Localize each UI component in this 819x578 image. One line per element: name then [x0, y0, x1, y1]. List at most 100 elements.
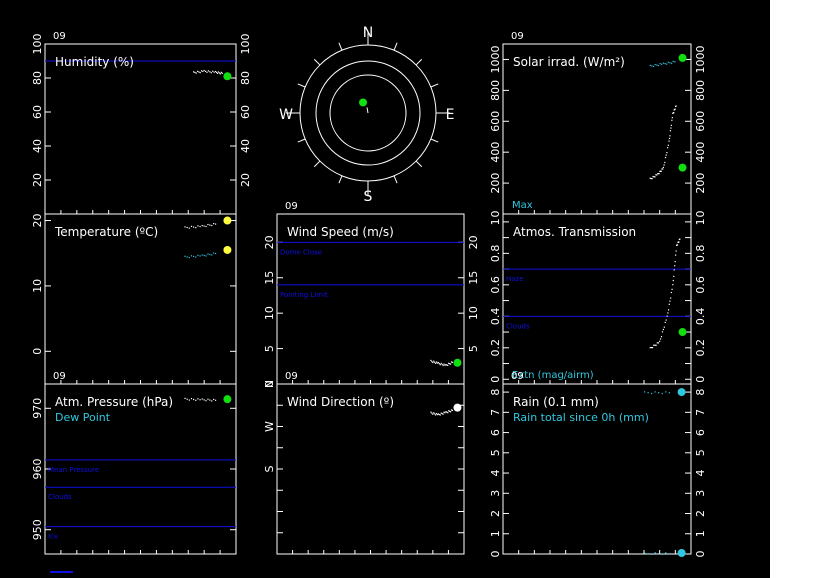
winddir-series-0-point — [430, 411, 432, 413]
pressure-series-0-point — [203, 399, 205, 401]
humidity-series-0-point — [209, 71, 211, 73]
temperature-series-0-point — [184, 226, 186, 228]
solar-series-0-point — [657, 64, 660, 67]
rain-ytick-label-right: 6 — [694, 429, 707, 436]
transmission-ytick-label-right: 0.6 — [694, 276, 707, 294]
windspeed-series-0-point — [435, 361, 438, 363]
rain-ytick-label-left: 2 — [489, 510, 502, 517]
humidity-series-0-point — [203, 69, 205, 72]
humidity-ytick-label-right: 80 — [239, 71, 252, 85]
solar-series-0-point — [667, 61, 669, 63]
transmission-series-0-point — [673, 269, 675, 271]
transmission-ytick-label-left: 0.6 — [489, 276, 502, 294]
rain-series-1-point — [658, 552, 660, 555]
solar-series-0-point — [652, 65, 655, 68]
transmission-series-0-point — [663, 326, 665, 328]
windspeed-series-0-point — [449, 363, 452, 365]
solar-series-0-point — [654, 63, 656, 66]
solar-series-0-point — [671, 62, 673, 64]
windspeed-ytick-label-right: 10 — [467, 306, 480, 320]
pressure-series-0-marker — [223, 395, 232, 404]
transmission-series-0-point — [665, 319, 667, 321]
transmission-series-0-point — [649, 346, 651, 349]
temperature-series-0-point — [195, 227, 197, 229]
winddir-series-0-point — [435, 412, 438, 415]
winddir-title: Wind Direction (º) — [287, 395, 394, 409]
windspeed-hline-label: Dome Close — [280, 248, 322, 256]
transmission-series-0-point — [674, 261, 676, 263]
compass-label-e: E — [446, 107, 455, 123]
windspeed-title: Wind Speed (m/s) — [287, 225, 394, 239]
solar-series-1-point — [664, 156, 667, 159]
rain-ytick-label-right: 1 — [694, 530, 707, 537]
winddir-series-0-point — [431, 412, 433, 414]
humidity-ytick-label-left: 100 — [31, 34, 44, 55]
pressure-ytick-label-left: 970 — [31, 398, 44, 419]
solar-series-1-point — [664, 161, 666, 164]
pressure-series-0-point — [199, 399, 201, 401]
windspeed-ytick-label-left: 5 — [263, 345, 276, 352]
solar-series-0-point — [669, 62, 671, 64]
pressure-series-0-point — [188, 399, 190, 401]
temperature-series-1-point — [193, 255, 195, 258]
transmission-series-0-point — [673, 275, 675, 277]
windspeed-xlabel: 09 — [285, 201, 298, 212]
weather-chart-canvas: 2040608010020406080100Humidity (%)090200… — [31, 25, 707, 573]
windspeed-series-0-point — [438, 363, 440, 365]
humidity-ytick-label-left: 20 — [31, 173, 44, 187]
transmission-ytick-label-left: 1 — [489, 218, 502, 225]
solar-series-1-point — [673, 112, 675, 114]
windspeed-hline-label: Pointing Limit — [280, 291, 328, 299]
solar-series-1-point — [668, 140, 670, 142]
transmission-series-0-point — [672, 279, 674, 282]
temperature-series-1-point — [190, 255, 193, 257]
solar-series-1-marker — [678, 163, 687, 172]
solar-series-0-point — [662, 62, 664, 64]
solar-series-1-point — [668, 137, 671, 140]
transmission-ytick-label-right: 0.2 — [694, 339, 707, 357]
solar-ytick-label-left: 600 — [489, 111, 502, 132]
winddir-xlabel: 09 — [285, 371, 298, 382]
winddir-series-0-point — [435, 414, 437, 416]
solar-series-1-point — [675, 105, 677, 107]
temperature-series-0-point — [209, 224, 211, 226]
solar-series-1-point — [665, 154, 667, 156]
pressure-series-0-point — [193, 398, 195, 401]
solar-series-1-point — [670, 127, 672, 129]
humidity-series-0-point — [206, 71, 208, 73]
temperature-series-1-marker — [223, 245, 232, 254]
humidity-frame — [44, 43, 237, 215]
windspeed-ytick-label-right: 20 — [467, 235, 480, 249]
windspeed-series-0-point — [451, 361, 454, 363]
transmission-title: Atmos. Transmission — [513, 225, 636, 239]
humidity-ytick-label-right: 40 — [239, 139, 252, 153]
transmission-series-0-point — [657, 342, 660, 344]
winddir-series-0-point — [442, 413, 444, 415]
temperature-frame — [44, 213, 237, 385]
humidity-ytick-label-left: 60 — [31, 105, 44, 119]
temperature-series-1-point — [195, 256, 197, 258]
pressure-series-0-point — [211, 400, 213, 402]
temperature-series-1-point — [197, 254, 199, 256]
temperature-series-0-point — [193, 226, 195, 228]
transmission-series-0-point — [661, 331, 664, 333]
temperature-series-0-point — [186, 226, 188, 229]
rain-series-0-point — [647, 392, 649, 394]
compass-tick — [430, 83, 439, 88]
pressure-series-0-point — [195, 399, 197, 401]
humidity-series-0-point — [194, 71, 196, 74]
humidity-series-0-point — [210, 72, 212, 74]
pressure-ytick-label-left: 950 — [31, 519, 44, 540]
transmission-series-0-point — [672, 284, 674, 286]
winddir-frame — [276, 383, 465, 555]
pressure-series-0-point — [197, 398, 199, 400]
winddir-ytick-label-left: W — [263, 421, 276, 432]
pressure-series-0-point — [213, 398, 215, 401]
humidity-series-0-point — [221, 72, 223, 74]
humidity-series-0-point — [207, 70, 210, 72]
windspeed-series-0-point — [440, 362, 442, 364]
pressure-series-0-point — [201, 398, 203, 400]
solar-ytick-label-left: 1000 — [489, 45, 502, 73]
transmission-ytick-label-right: 0 — [694, 376, 707, 383]
humidity-series-0-point — [212, 70, 214, 72]
